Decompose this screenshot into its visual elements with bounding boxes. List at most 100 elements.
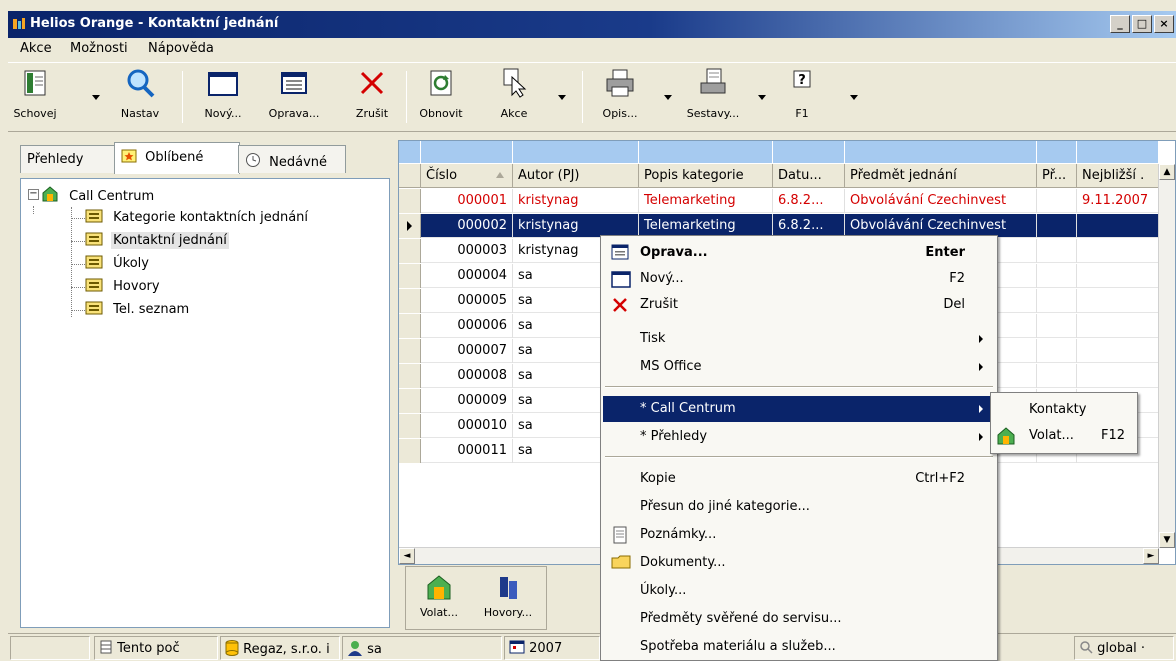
menu-item-predmety[interactable]: Předměty svěřené do servisu... [603, 606, 995, 632]
akce-button[interactable]: Akce [492, 67, 536, 127]
menu-item-prehledy[interactable]: * Přehledy [603, 424, 995, 450]
menu-item-oprava[interactable]: Oprava... Enter [603, 240, 995, 266]
cell-pr[interactable] [1037, 364, 1077, 388]
tab-prehledy[interactable]: Přehledy [20, 145, 116, 173]
scroll-right-button[interactable]: ► [1143, 548, 1159, 564]
menu-item-novy[interactable]: Nový... F2 [603, 266, 995, 292]
row-indicator[interactable] [399, 289, 421, 313]
tree-item-kategorie[interactable]: Kategorie kontaktních jednání [85, 208, 310, 230]
cell-cislo[interactable]: 000004 [421, 264, 513, 288]
column-header-predmet[interactable]: Předmět jednání [845, 164, 1037, 188]
menu-item-ukoly[interactable]: Úkoly... [603, 578, 995, 604]
column-header-nejblizsi[interactable]: Nejbližší . [1077, 164, 1159, 188]
row-indicator[interactable] [399, 339, 421, 363]
schovej-button[interactable]: Schovej [12, 67, 58, 127]
menu-item-kopie[interactable]: Kopie Ctrl+F2 [603, 466, 995, 492]
scroll-up-button[interactable]: ▲ [1159, 164, 1175, 180]
help-button[interactable]: ? F1 [784, 67, 820, 127]
help-dropdown-arrow[interactable] [850, 95, 858, 100]
cell-nejblizsi[interactable] [1077, 314, 1159, 338]
row-indicator[interactable] [399, 264, 421, 288]
cell-cislo[interactable]: 000008 [421, 364, 513, 388]
opis-dropdown-arrow[interactable] [664, 95, 672, 100]
sestavy-dropdown-arrow[interactable] [758, 95, 766, 100]
column-header-cislo[interactable]: Číslo [421, 164, 513, 188]
menu-item-tisk[interactable]: Tisk [603, 326, 995, 352]
scroll-down-button[interactable]: ▼ [1159, 532, 1175, 548]
cell-cislo[interactable]: 000009 [421, 389, 513, 413]
cell-cislo[interactable]: 000006 [421, 314, 513, 338]
menu-item-poznamky[interactable]: Poznámky... [603, 522, 995, 548]
row-indicator[interactable] [399, 189, 421, 213]
tab-nedavne[interactable]: Nedávné [238, 145, 346, 173]
tree-item-ukoly[interactable]: Úkoly [85, 254, 151, 276]
column-header-pr[interactable]: Př... [1037, 164, 1077, 188]
cell-pr[interactable] [1037, 214, 1077, 238]
close-button[interactable]: × [1154, 15, 1174, 33]
menu-item-spotreba[interactable]: Spotřeba materiálu a služeb... [603, 634, 995, 660]
cell-cislo[interactable]: 000003 [421, 239, 513, 263]
cell-nejblizsi[interactable] [1077, 364, 1159, 388]
opis-button[interactable]: Opis... [592, 67, 648, 127]
menu-item-presun[interactable]: Přesun do jiné kategorie... [603, 494, 995, 520]
vertical-scrollbar[interactable]: ▲ ▼ [1158, 164, 1175, 548]
tree-item-tel-seznam[interactable]: Tel. seznam [85, 300, 191, 322]
tree-root-call-centrum[interactable]: Call Centrum [41, 185, 156, 207]
row-indicator[interactable] [399, 314, 421, 338]
menu-moznosti[interactable]: Možnosti [70, 41, 128, 56]
cell-nejblizsi[interactable] [1077, 239, 1159, 263]
oprava-button[interactable]: Oprava... [266, 67, 322, 127]
cell-pr[interactable] [1037, 339, 1077, 363]
row-indicator[interactable] [399, 239, 421, 263]
cell-nejblizsi[interactable]: 9.11.2007 [1077, 189, 1159, 213]
row-indicator[interactable] [399, 389, 421, 413]
hovory-button[interactable]: Hovory... [476, 573, 540, 619]
row-indicator[interactable] [399, 414, 421, 438]
cell-nejblizsi[interactable] [1077, 289, 1159, 313]
menu-item-zrusit[interactable]: Zrušit Del [603, 292, 995, 318]
scroll-left-button[interactable]: ◄ [399, 548, 415, 564]
cell-cislo[interactable]: 000001 [421, 189, 513, 213]
cell-datum[interactable]: 6.8.2... [773, 189, 845, 213]
column-header-datum[interactable]: Datu... [773, 164, 845, 188]
cell-nejblizsi[interactable] [1077, 339, 1159, 363]
table-row[interactable]: 000001 kristynag Telemarketing 6.8.2... Obvo… [399, 189, 1159, 213]
menu-item-call-centrum[interactable]: * Call Centrum [603, 396, 995, 422]
menu-napoveda[interactable]: Nápověda [148, 41, 214, 56]
cell-cislo[interactable]: 000002 [421, 214, 513, 238]
menu-akce[interactable]: Akce [20, 41, 52, 56]
sestavy-button[interactable]: Sestavy... [678, 67, 748, 127]
cell-cislo[interactable]: 000007 [421, 339, 513, 363]
menu-item-ms-office[interactable]: MS Office [603, 354, 995, 380]
volat-button[interactable]: Volat... [414, 573, 464, 619]
maximize-button[interactable]: □ [1132, 15, 1152, 33]
row-indicator[interactable] [399, 364, 421, 388]
menu-item-dokumenty[interactable]: Dokumenty... [603, 550, 995, 576]
cell-predmet[interactable]: Obvolávání Czechinvest [845, 189, 1037, 213]
column-header-autor[interactable]: Autor (PJ) [513, 164, 639, 188]
minimize-button[interactable]: _ [1110, 15, 1130, 33]
cell-nejblizsi[interactable] [1077, 264, 1159, 288]
filter-row[interactable] [399, 141, 1159, 163]
cell-cislo[interactable]: 000010 [421, 414, 513, 438]
submenu-item-volat[interactable]: Volat... F12 [993, 423, 1135, 449]
tab-oblibene[interactable]: Oblíbené [114, 142, 240, 174]
cell-pr[interactable] [1037, 189, 1077, 213]
row-indicator[interactable] [399, 439, 421, 463]
title-bar[interactable]: Helios Orange - Kontaktní jednání _ □ × [8, 11, 1176, 38]
column-header-popis-kategorie[interactable]: Popis kategorie [639, 164, 773, 188]
zrusit-button[interactable]: Zrušit [348, 67, 396, 127]
cell-cislo[interactable]: 000011 [421, 439, 513, 463]
akce-dropdown-arrow[interactable] [558, 95, 566, 100]
schovej-dropdown-arrow[interactable] [92, 95, 100, 100]
row-indicator[interactable] [399, 214, 421, 238]
cell-cislo[interactable]: 000005 [421, 289, 513, 313]
cell-pr[interactable] [1037, 264, 1077, 288]
cell-pr[interactable] [1037, 239, 1077, 263]
cell-autor[interactable]: kristynag [513, 189, 639, 213]
tree-item-kontaktni-jednani[interactable]: Kontaktní jednání [85, 231, 229, 253]
tree-item-hovory[interactable]: Hovory [85, 277, 162, 299]
cell-pr[interactable] [1037, 289, 1077, 313]
cell-nejblizsi[interactable] [1077, 214, 1159, 238]
novy-button[interactable]: Nový... [198, 67, 248, 127]
